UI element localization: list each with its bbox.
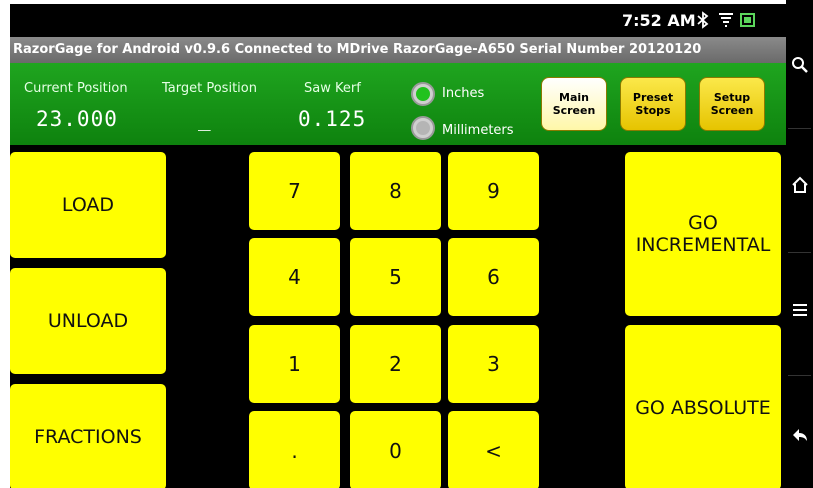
key-2[interactable]: 2 [350, 325, 441, 403]
target-position-label: Target Position [162, 81, 257, 96]
key-9[interactable]: 9 [448, 152, 539, 230]
app-screen: 7:52 AM RazorGage for Android v0.9.6 Con… [10, 4, 786, 488]
target-position-value[interactable]: _ [198, 107, 212, 131]
inches-radio[interactable] [411, 82, 435, 106]
key-1[interactable]: 1 [249, 325, 340, 403]
setup-screen-label-1: Setup [713, 91, 751, 104]
radio-unselected-dot [416, 121, 430, 135]
status-bar: 7:52 AM [10, 4, 786, 37]
search-icon[interactable] [786, 56, 813, 79]
title-bar: RazorGage for Android v0.9.6 Connected t… [10, 37, 786, 63]
load-button[interactable]: LOAD [10, 152, 166, 258]
android-nav-bar [786, 0, 813, 488]
saw-kerf-label: Saw Kerf [304, 81, 361, 96]
battery-icon [740, 11, 756, 33]
millimeters-radio[interactable] [411, 116, 435, 140]
main-screen-label-1: Main [559, 91, 589, 104]
radio-selected-dot [416, 87, 430, 101]
key-8[interactable]: 8 [350, 152, 441, 230]
millimeters-label: Millimeters [442, 123, 514, 138]
app-title: RazorGage for Android v0.9.6 Connected t… [13, 42, 702, 57]
go-absolute-button[interactable]: GO ABSOLUTE [625, 325, 781, 488]
home-icon[interactable] [786, 176, 813, 199]
go-incremental-label-2: INCREMENTAL [635, 234, 771, 256]
wifi-icon [718, 11, 734, 33]
unload-button[interactable]: UNLOAD [10, 268, 166, 374]
nav-divider [788, 252, 811, 253]
setup-screen-button[interactable]: Setup Screen [699, 77, 765, 131]
key-5[interactable]: 5 [350, 238, 441, 316]
key-6[interactable]: 6 [448, 238, 539, 316]
go-incremental-button[interactable]: GO INCREMENTAL [625, 152, 781, 316]
position-header: Current Position 23.000 Target Position … [10, 63, 786, 145]
key-backspace[interactable]: < [448, 411, 539, 488]
main-screen-button[interactable]: Main Screen [541, 77, 607, 131]
saw-kerf-value[interactable]: 0.125 [298, 107, 366, 131]
preset-stops-label-2: Stops [635, 104, 671, 117]
clock: 7:52 AM [622, 11, 696, 30]
key-7[interactable]: 7 [249, 152, 340, 230]
main-screen-label-2: Screen [552, 104, 596, 117]
preset-stops-button[interactable]: Preset Stops [620, 77, 686, 131]
back-icon[interactable] [786, 426, 813, 449]
preset-stops-label-1: Preset [632, 91, 674, 104]
key-4[interactable]: 4 [249, 238, 340, 316]
setup-screen-label-2: Screen [710, 104, 754, 117]
key-decimal[interactable]: . [249, 411, 340, 488]
current-position-label: Current Position [24, 81, 128, 96]
menu-icon[interactable] [786, 302, 813, 323]
nav-divider [788, 128, 811, 129]
bluetooth-icon [696, 11, 710, 33]
go-incremental-label-1: GO [688, 212, 718, 234]
inches-label: Inches [442, 86, 485, 101]
key-3[interactable]: 3 [448, 325, 539, 403]
current-position-value: 23.000 [36, 107, 118, 131]
fractions-button[interactable]: FRACTIONS [10, 384, 166, 488]
nav-divider [788, 375, 811, 376]
key-0[interactable]: 0 [350, 411, 441, 488]
